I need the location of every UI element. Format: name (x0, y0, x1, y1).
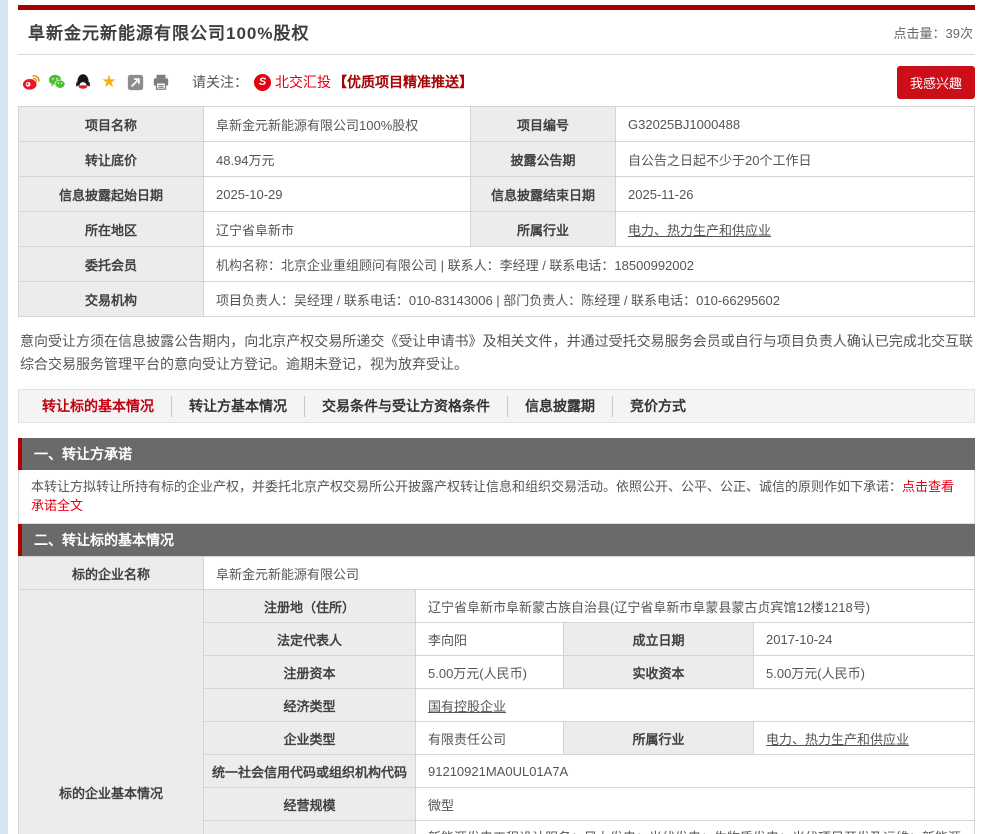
value-registered-address: 辽宁省阜新市阜新蒙古族自治县(辽宁省阜新市阜蒙县蒙古贞宾馆12楼1218号) (416, 590, 975, 623)
table-row: 项目名称 阜新金元新能源有限公司100%股权 项目编号 G32025BJ1000… (19, 107, 975, 142)
interested-button[interactable]: 我感兴趣 (897, 66, 975, 99)
label-project-code: 项目编号 (471, 107, 616, 142)
bjht-brand-link[interactable]: 北交汇投 (275, 72, 331, 92)
section-title-commitment: 一、转让方承诺 (18, 438, 975, 470)
label-established-date: 成立日期 (564, 623, 754, 656)
value-region: 辽宁省阜新市 (204, 212, 471, 247)
wechat-icon[interactable] (48, 73, 66, 91)
section-title-text: 一、转让方承诺 (34, 446, 132, 462)
label-paidin-capital: 实收资本 (564, 656, 754, 689)
table-row: 所在地区 辽宁省阜新市 所属行业 电力、热力生产和供应业 (19, 212, 975, 247)
header: 阜新金元新能源有限公司100%股权 点击量：39次 (18, 10, 975, 55)
weibo-icon[interactable] (22, 73, 40, 91)
table-row: 信息披露起始日期 2025-10-29 信息披露结束日期 2025-11-26 (19, 177, 975, 212)
label-entrusted-member: 委托会员 (19, 247, 204, 282)
registration-notice: 意向受让方须在信息披露公告期内，向北京产权交易所递交《受让申请书》及相关文件，并… (20, 330, 973, 376)
tab-transferor-basics[interactable]: 转让方基本情况 (171, 396, 304, 417)
label-enterprise-type: 企业类型 (204, 722, 416, 755)
project-info-table: 项目名称 阜新金元新能源有限公司100%股权 项目编号 G32025BJ1000… (18, 106, 975, 317)
label-economic-type: 经济类型 (204, 689, 416, 722)
value-business-scale: 微型 (416, 788, 975, 821)
value-legal-representative: 李向阳 (416, 623, 564, 656)
value-floor-price: 48.94万元 (204, 142, 471, 177)
value-announce-period: 自公告之日起不少于20个工作日 (616, 142, 975, 177)
tab-conditions[interactable]: 交易条件与受让方资格条件 (304, 396, 507, 417)
label-region: 所在地区 (19, 212, 204, 247)
table-row: 交易机构 项目负责人：吴经理 / 联系电话：010-83143006 | 部门负… (19, 282, 975, 317)
tab-target-basics[interactable]: 转让标的基本情况 (25, 396, 171, 417)
print-icon[interactable] (152, 73, 170, 91)
follow-tagline: 【优质项目精准推送】 (333, 72, 473, 92)
value-enterprise-type: 有限责任公司 (416, 722, 564, 755)
click-count: 点击量：39次 (894, 23, 973, 44)
label-company-basics: 标的企业基本情况 (19, 590, 204, 834)
value-entrusted-member: 机构名称：北京企业重组顾问有限公司 | 联系人：李经理 / 联系电话：18500… (204, 247, 975, 282)
click-count-label: 点击量： (894, 26, 946, 41)
value-economic-type-link[interactable]: 国有控股企业 (416, 689, 975, 722)
value-industry-link[interactable]: 电力、热力生产和供应业 (754, 722, 975, 755)
share-link-icon[interactable] (126, 73, 144, 91)
click-count-value: 39次 (946, 26, 973, 41)
value-registered-capital: 5.00万元(人民币) (416, 656, 564, 689)
label-business-scale: 经营规模 (204, 788, 416, 821)
table-row: 转让底价 48.94万元 披露公告期 自公告之日起不少于20个工作日 (19, 142, 975, 177)
label-registered-address: 注册地（住所） (204, 590, 416, 623)
label-legal-representative: 法定代表人 (204, 623, 416, 656)
content: 阜新金元新能源有限公司100%股权 点击量：39次 ★ (8, 0, 984, 834)
table-row: 委托会员 机构名称：北京企业重组顾问有限公司 | 联系人：李经理 / 联系电话：… (19, 247, 975, 282)
favorite-star-icon[interactable]: ★ (100, 73, 118, 91)
value-trading-institution: 项目负责人：吴经理 / 联系电话：010-83143006 | 部门负责人：陈经… (204, 282, 975, 317)
table-row: 标的企业名称 阜新金元新能源有限公司 (19, 557, 975, 590)
label-business-scope: 经营范围 (204, 821, 416, 834)
label-registered-capital: 注册资本 (204, 656, 416, 689)
value-established-date: 2017-10-24 (754, 623, 975, 656)
label-disclosure-start: 信息披露起始日期 (19, 177, 204, 212)
value-paidin-capital: 5.00万元(人民币) (754, 656, 975, 689)
label-industry: 所属行业 (564, 722, 754, 755)
share-bar: ★ 请关注： S 北交汇投 【优质项目精准推送】 我感兴趣 (18, 68, 975, 96)
label-floor-price: 转让底价 (19, 142, 204, 177)
value-disclosure-end: 2025-11-26 (616, 177, 975, 212)
value-credit-code: 91210921MA0UL01A7A (416, 755, 975, 788)
value-industry-link[interactable]: 电力、热力生产和供应业 (616, 212, 975, 247)
value-project-name: 阜新金元新能源有限公司100%股权 (204, 107, 471, 142)
commitment-row: 本转让方拟转让所持有标的企业产权，并委托北京产权交易所公开披露产权转让信息和组织… (18, 470, 975, 524)
qq-icon[interactable] (74, 73, 92, 91)
follow-label: 请关注： (192, 72, 248, 92)
value-project-code: G32025BJ1000488 (616, 107, 975, 142)
value-disclosure-start: 2025-10-29 (204, 177, 471, 212)
value-business-scope: 新能源发电工程设计服务；风力发电；光伏发电；生物质发电；光伏项目开发及运维；新能… (416, 821, 975, 834)
tab-disclosure-period[interactable]: 信息披露期 (507, 396, 612, 417)
label-company-name: 标的企业名称 (19, 557, 204, 590)
target-company-table: 标的企业名称 阜新金元新能源有限公司 标的企业基本情况 注册地（住所） 辽宁省阜… (18, 556, 975, 834)
section-title-target-basics: 二、转让标的基本情况 (18, 524, 975, 556)
page-left-strip (0, 0, 8, 834)
label-announce-period: 披露公告期 (471, 142, 616, 177)
section-tabbar: 转让标的基本情况 转让方基本情况 交易条件与受让方资格条件 信息披露期 竞价方式 (18, 389, 975, 423)
label-credit-code: 统一社会信用代码或组织机构代码 (204, 755, 416, 788)
tab-bidding-method[interactable]: 竞价方式 (612, 396, 703, 417)
value-company-name: 阜新金元新能源有限公司 (204, 557, 975, 590)
commitment-text: 本转让方拟转让所持有标的企业产权，并委托北京产权交易所公开披露产权转让信息和组织… (31, 479, 902, 494)
page: 阜新金元新能源有限公司100%股权 点击量：39次 ★ (0, 0, 984, 834)
table-row: 标的企业基本情况 注册地（住所） 辽宁省阜新市阜新蒙古族自治县(辽宁省阜新市阜蒙… (19, 590, 975, 623)
label-industry: 所属行业 (471, 212, 616, 247)
page-title: 阜新金元新能源有限公司100%股权 (28, 19, 309, 44)
label-disclosure-end: 信息披露结束日期 (471, 177, 616, 212)
label-project-name: 项目名称 (19, 107, 204, 142)
share-icons: ★ (22, 73, 170, 91)
bjht-logo-icon[interactable]: S (254, 74, 271, 91)
label-trading-institution: 交易机构 (19, 282, 204, 317)
section-title-text: 二、转让标的基本情况 (34, 532, 174, 548)
